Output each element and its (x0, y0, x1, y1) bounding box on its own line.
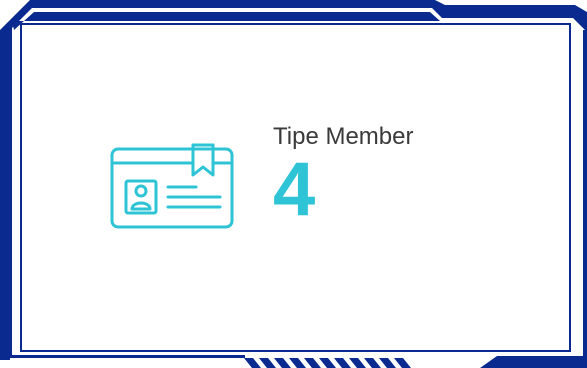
frame-left-bar (8, 26, 12, 358)
member-type-card: Tipe Member 4 (0, 0, 587, 368)
id-card-icon (110, 143, 234, 229)
frame-bottom-stripes (244, 358, 411, 368)
frame-bottom-bar (480, 356, 587, 368)
stat-block: Tipe Member 4 (273, 122, 533, 228)
stat-value: 4 (273, 147, 316, 232)
